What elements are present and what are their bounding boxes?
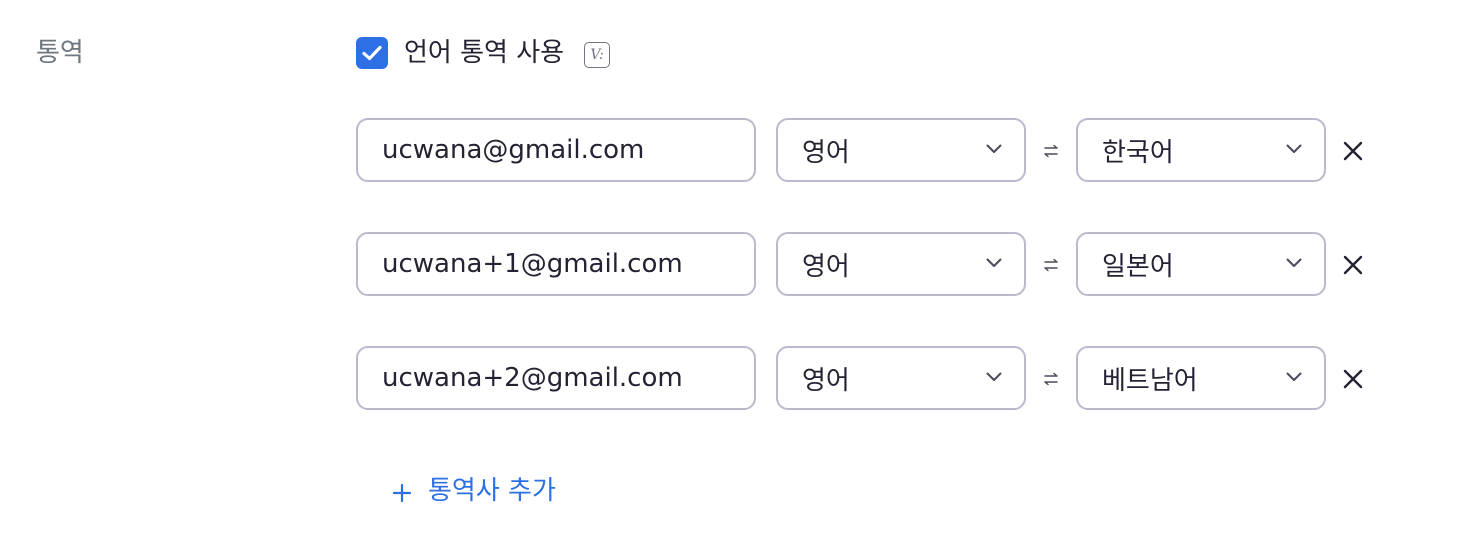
enable-interpretation-checkbox[interactable] — [356, 37, 388, 69]
interpreter-list: ucwana@gmail.com 영어 한국어 ucwana+1@gmail.c… — [356, 118, 1376, 460]
add-interpreter-button[interactable]: 통역사 추가 — [392, 474, 556, 508]
target-language-select[interactable]: 한국어 — [1076, 118, 1326, 182]
remove-interpreter-close-icon[interactable] — [1342, 368, 1364, 390]
interpreter-row: ucwana+2@gmail.com 영어 베트남어 — [356, 346, 1376, 410]
enable-interpretation-row[interactable]: 언어 통역 사용 V: — [356, 36, 611, 70]
enable-interpretation-label: 언어 통역 사용 — [404, 38, 565, 68]
source-language-select[interactable]: 영어 — [776, 232, 1026, 296]
checkmark-icon — [362, 45, 382, 61]
target-language-value: 베트남어 — [1102, 365, 1198, 396]
target-language-select[interactable]: 일본어 — [1076, 232, 1326, 296]
chevron-down-icon — [986, 258, 1002, 267]
interpreter-email-input[interactable]: ucwana@gmail.com — [356, 118, 756, 182]
source-language-select[interactable]: 영어 — [776, 118, 1026, 182]
chevron-down-icon — [1286, 258, 1302, 267]
target-language-value: 일본어 — [1102, 251, 1174, 282]
swap-arrows-icon — [1044, 372, 1058, 386]
source-language-value: 영어 — [802, 365, 850, 396]
chevron-down-icon — [986, 372, 1002, 381]
interpreter-email-value: ucwana+1@gmail.com — [382, 249, 683, 279]
swap-arrows-icon — [1044, 144, 1058, 158]
remove-interpreter-close-icon[interactable] — [1342, 140, 1364, 162]
chevron-down-icon — [1286, 372, 1302, 381]
target-language-select[interactable]: 베트남어 — [1076, 346, 1326, 410]
interpreter-email-value: ucwana@gmail.com — [382, 135, 645, 165]
plus-icon — [392, 483, 412, 503]
interpreter-row: ucwana@gmail.com 영어 한국어 — [356, 118, 1376, 182]
interpretation-section-label: 통역 — [36, 38, 84, 68]
interpreter-row: ucwana+1@gmail.com 영어 일본어 — [356, 232, 1376, 296]
v-badge-icon: V: — [584, 42, 611, 68]
chevron-down-icon — [986, 144, 1002, 153]
source-language-value: 영어 — [802, 137, 850, 168]
interpreter-email-value: ucwana+2@gmail.com — [382, 363, 683, 393]
swap-arrows-icon — [1044, 258, 1058, 272]
interpreter-email-input[interactable]: ucwana+1@gmail.com — [356, 232, 756, 296]
remove-interpreter-close-icon[interactable] — [1342, 254, 1364, 276]
interpreter-email-input[interactable]: ucwana+2@gmail.com — [356, 346, 756, 410]
source-language-select[interactable]: 영어 — [776, 346, 1026, 410]
chevron-down-icon — [1286, 144, 1302, 153]
add-interpreter-label: 통역사 추가 — [428, 476, 556, 506]
source-language-value: 영어 — [802, 251, 850, 282]
target-language-value: 한국어 — [1102, 137, 1174, 168]
